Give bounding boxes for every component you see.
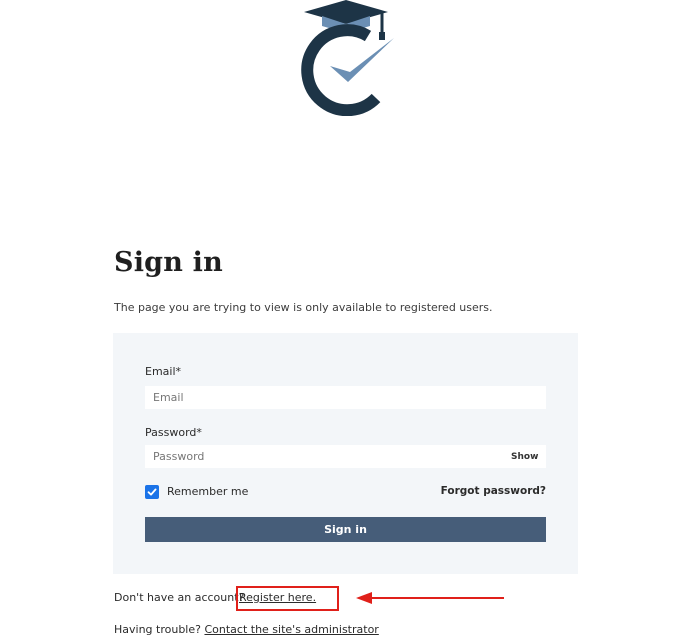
checkmark-icon (147, 488, 157, 496)
contact-admin-link[interactable]: Contact the site's administrator (204, 623, 378, 636)
register-prompt: Don't have an account? (114, 591, 245, 604)
email-label: Email* (145, 365, 182, 378)
password-label: Password* (145, 426, 202, 439)
forgot-password-link[interactable]: Forgot password? (441, 485, 546, 497)
email-input[interactable] (145, 386, 546, 409)
site-logo (301, 0, 394, 116)
remember-me-checkbox[interactable] (145, 485, 159, 499)
sign-in-button[interactable]: Sign in (145, 517, 546, 542)
password-input[interactable] (145, 445, 546, 468)
trouble-line: Having trouble? Contact the site's admin… (114, 623, 379, 636)
login-card: Email* Password* Show Remember me Forgot… (113, 333, 578, 574)
show-password-button[interactable]: Show (511, 452, 538, 462)
red-arrow-left-icon (356, 592, 504, 604)
access-notice: The page you are trying to view is only … (114, 301, 493, 314)
page-title: Sign in (114, 247, 223, 278)
trouble-prompt: Having trouble? (114, 623, 201, 636)
remember-me-label[interactable]: Remember me (167, 485, 248, 498)
annotation-highlight-box (236, 586, 339, 611)
